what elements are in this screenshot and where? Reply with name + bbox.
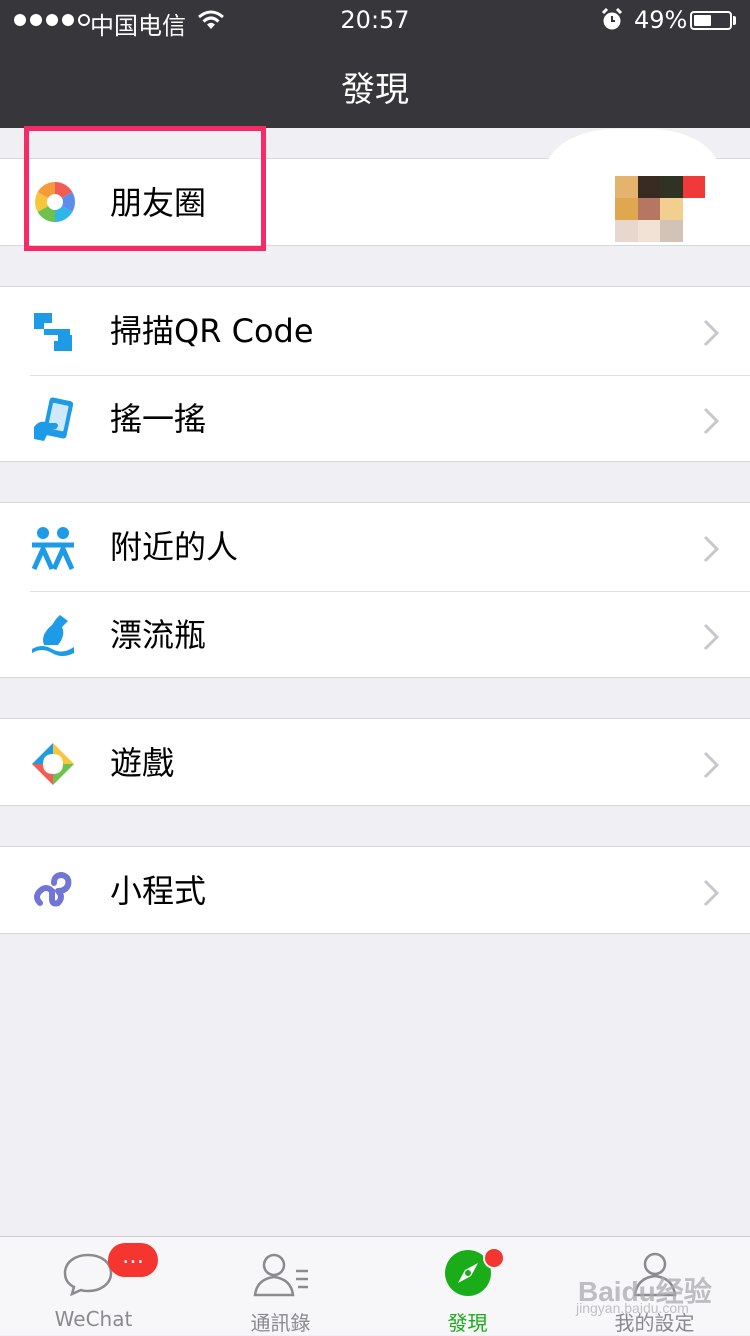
mini-programs-section: 小程式 xyxy=(0,846,750,934)
chevron-right-icon xyxy=(703,407,720,435)
battery-icon xyxy=(690,11,732,30)
games-label: 遊戲 xyxy=(110,744,175,782)
tab-wechat[interactable]: WeChat xyxy=(0,1237,187,1335)
games-section: 遊戲 xyxy=(0,718,750,806)
scan-qr-label: 掃描QR Code xyxy=(110,312,314,350)
chevron-right-icon xyxy=(703,535,720,563)
page-title: 發現 xyxy=(341,70,409,110)
drift-bottle-label: 漂流瓶 xyxy=(110,616,207,654)
scan-shake-section: 掃描QR Code 搖一搖 xyxy=(0,286,750,462)
nearby-bottle-section: 附近的人 漂流瓶 xyxy=(0,502,750,678)
drift-bottle-icon xyxy=(32,615,74,656)
shake-icon xyxy=(34,397,74,441)
highlight-box xyxy=(24,126,266,251)
chevron-right-icon xyxy=(703,879,720,907)
shake-label: 搖一搖 xyxy=(110,400,207,438)
pixelated-avatar xyxy=(615,176,705,242)
shake-row[interactable]: 搖一搖 xyxy=(0,375,750,463)
games-icon xyxy=(32,743,74,785)
scan-qr-icon xyxy=(34,313,72,351)
battery-nub xyxy=(733,16,736,25)
battery-percent: 49% xyxy=(634,6,688,34)
chevron-right-icon xyxy=(703,751,720,779)
top-bar: 中国电信 20:57 49% 發現 xyxy=(0,0,750,128)
mini-programs-label: 小程式 xyxy=(110,872,207,910)
people-nearby-icon xyxy=(31,527,75,571)
unread-badge: … xyxy=(108,1243,158,1277)
drift-bottle-row[interactable]: 漂流瓶 xyxy=(0,591,750,679)
people-nearby-row[interactable]: 附近的人 xyxy=(0,503,750,591)
people-nearby-label: 附近的人 xyxy=(110,528,239,566)
scan-qr-row[interactable]: 掃描QR Code xyxy=(0,287,750,375)
mini-programs-row[interactable]: 小程式 xyxy=(0,847,750,935)
chat-bubble-icon xyxy=(63,1253,113,1297)
mini-programs-icon xyxy=(34,871,72,907)
tab-contacts[interactable]: 通訊錄 xyxy=(187,1237,374,1335)
games-row[interactable]: 遊戲 xyxy=(0,719,750,807)
discover-badge-dot xyxy=(483,1247,505,1269)
watermark-url: jingyan.baidu.com xyxy=(576,1300,689,1316)
tab-label-contacts: 通訊錄 xyxy=(250,1311,311,1335)
chevron-right-icon xyxy=(703,623,720,651)
contacts-icon xyxy=(253,1253,308,1297)
chevron-right-icon xyxy=(703,319,720,347)
status-bar: 中国电信 20:57 49% xyxy=(0,0,750,42)
battery-level xyxy=(694,15,711,26)
alarm-icon xyxy=(601,8,623,30)
tab-label-wechat: WeChat xyxy=(54,1307,133,1331)
tab-discover[interactable]: 發現 xyxy=(374,1237,561,1335)
tab-label-discover: 發現 xyxy=(447,1311,488,1335)
